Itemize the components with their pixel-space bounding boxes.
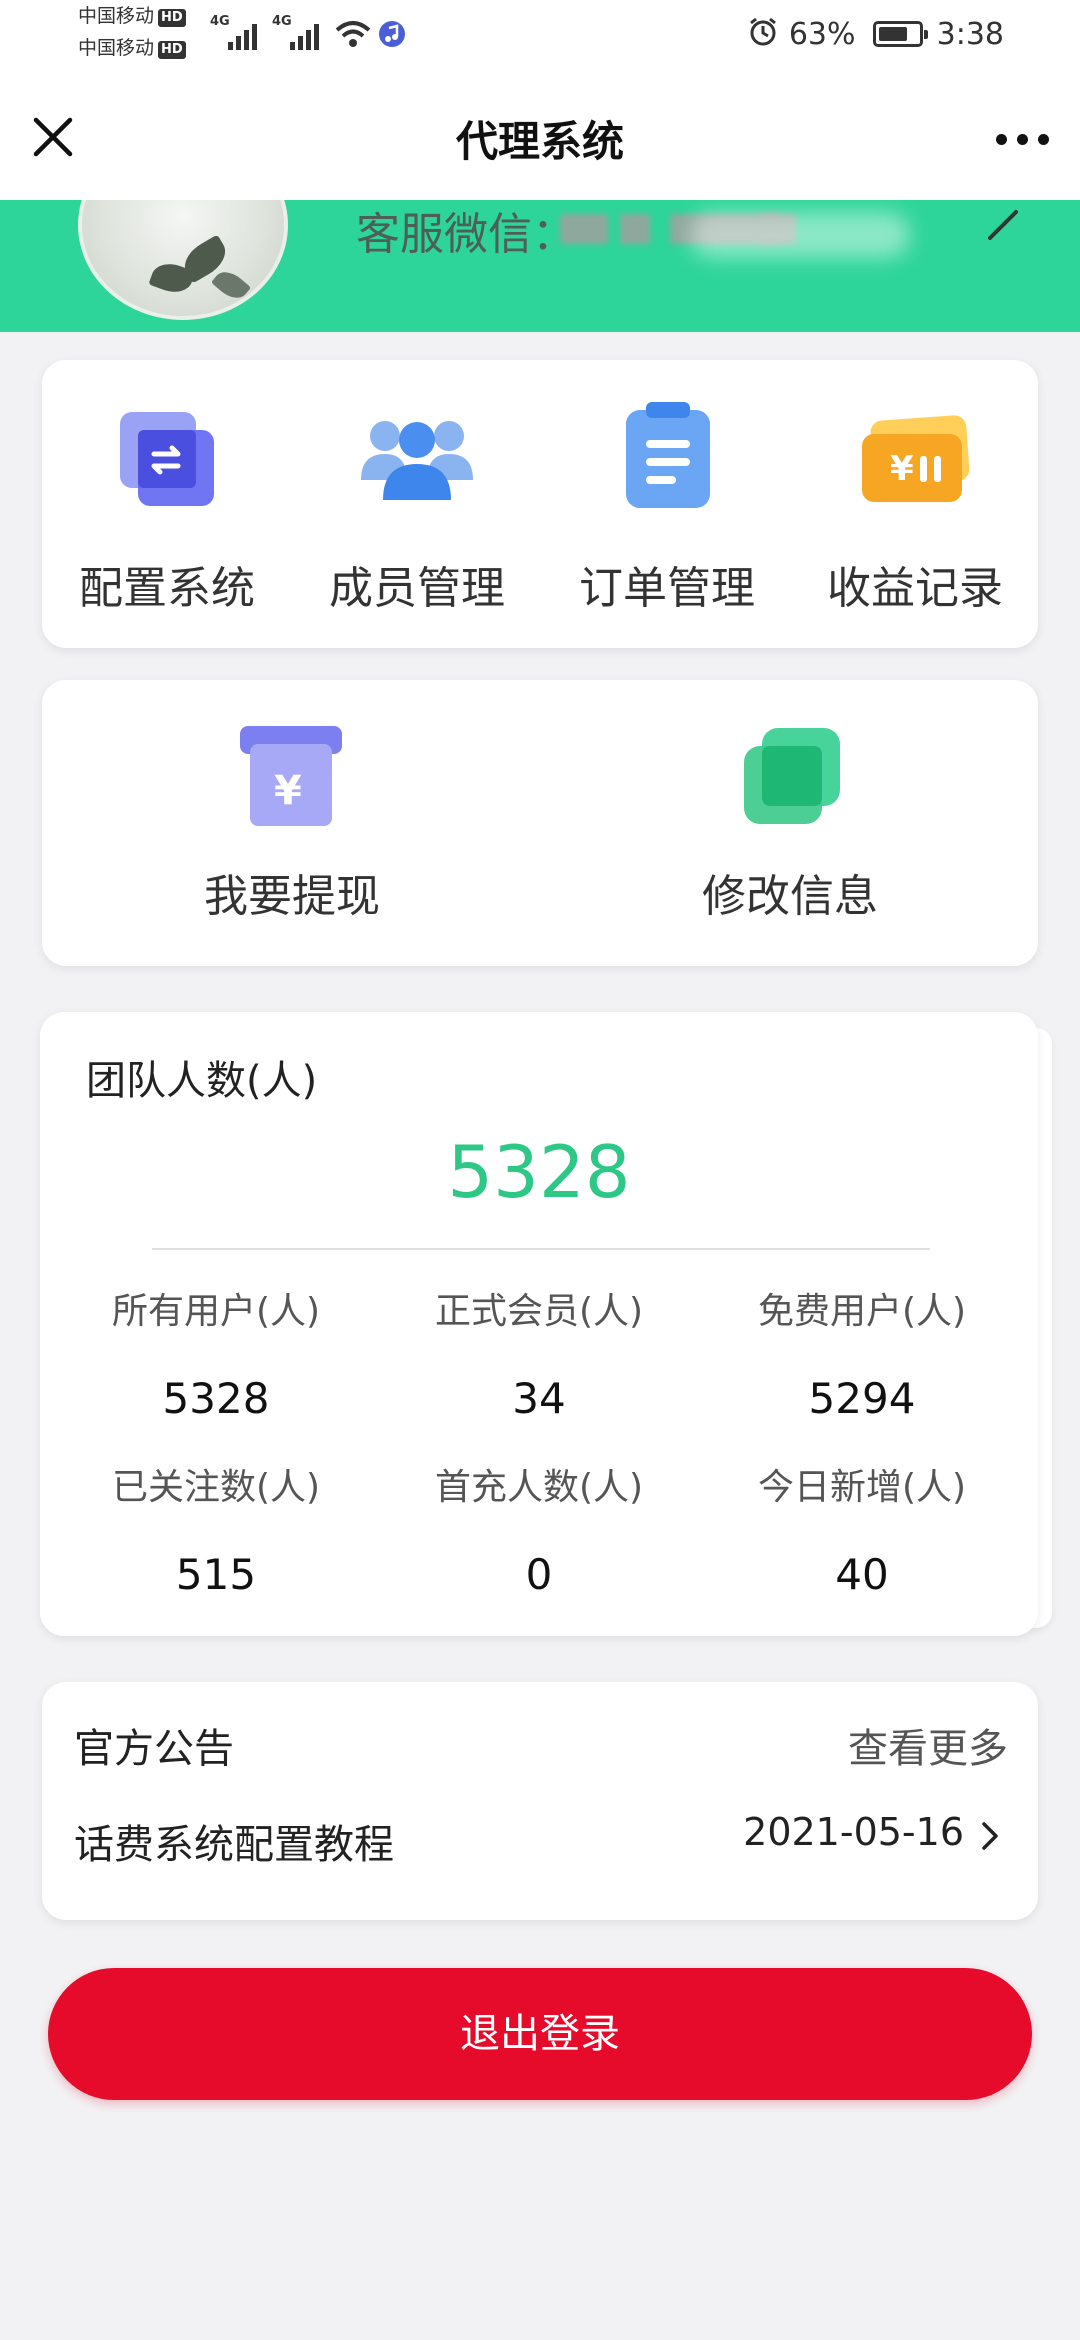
glare	[690, 212, 910, 258]
wifi-icon	[335, 21, 371, 47]
chevron-right-icon[interactable]	[978, 1818, 1002, 1854]
page-title: 代理系统	[455, 117, 624, 166]
menu-orders[interactable]: 订单管理	[542, 360, 792, 648]
notice-card: 官方公告 查看更多 话费系统配置教程 2021-05-16	[42, 1682, 1038, 1920]
music-app-icon	[379, 21, 405, 47]
stat-label: 已关注数(人)	[111, 1467, 321, 1508]
signal-icon	[228, 20, 264, 50]
stat-free-users: 免费用户(人) 5294	[702, 1282, 1022, 1423]
carrier-name: 中国移动	[78, 37, 155, 59]
menu-withdraw[interactable]: ¥ 我要提现	[42, 680, 542, 966]
more-options-icon[interactable]	[996, 134, 1050, 146]
logout-button[interactable]: 退出登录	[48, 1968, 1032, 2100]
team-count-label: 团队人数(人)	[86, 1058, 318, 1104]
config-icon	[120, 412, 214, 506]
stat-new-today: 今日新增(人) 40	[702, 1458, 1022, 1599]
stat-label: 正式会员(人)	[434, 1291, 644, 1332]
menu-members[interactable]: 成员管理	[292, 360, 542, 648]
avatar[interactable]	[78, 200, 288, 320]
stat-label: 首充人数(人)	[434, 1467, 644, 1508]
notice-title: 官方公告	[74, 1726, 234, 1772]
stat-label: 免费用户(人)	[757, 1291, 967, 1332]
divider	[152, 1248, 930, 1250]
carrier-2: 中国移动 HD	[78, 36, 186, 60]
svg-text:¥: ¥	[274, 768, 302, 814]
battery-icon	[873, 21, 929, 47]
alarm-icon	[750, 17, 777, 46]
menu-config[interactable]: 配置系统	[42, 360, 292, 648]
withdraw-icon: ¥	[240, 726, 342, 826]
stat-first-recharge: 首充人数(人) 0	[379, 1458, 699, 1599]
stat-value: 5294	[808, 1374, 916, 1423]
team-count-total: 5328	[447, 1130, 631, 1214]
profile-header: 客服微信：	[0, 200, 1080, 332]
stat-followed: 已关注数(人) 515	[56, 1458, 376, 1599]
stat-label: 今日新增(人)	[757, 1467, 967, 1508]
secondary-menu-card: ¥ 我要提现 修改信息	[42, 680, 1038, 966]
carrier-name: 中国移动	[78, 5, 155, 27]
menu-earnings[interactable]: ¥ 收益记录	[792, 360, 1038, 648]
stat-value: 40	[835, 1550, 889, 1599]
customer-service-label: 客服微信：	[356, 209, 576, 260]
svg-text:¥: ¥	[890, 449, 914, 489]
nav-bar: 代理系统	[0, 72, 1080, 200]
menu-edit-info[interactable]: 修改信息	[542, 680, 1038, 966]
stat-value: 515	[175, 1550, 257, 1599]
team-stats-card: 团队人数(人) 5328 所有用户(人) 5328 正式会员(人) 34 免费用…	[40, 1012, 1038, 1636]
menu-label: 收益记录	[827, 563, 1003, 614]
menu-label: 配置系统	[79, 563, 255, 614]
battery-percent: 63%	[788, 17, 856, 52]
redacted-text	[560, 214, 608, 244]
primary-menu-card: 配置系统 成员管理 订单管理 ¥ 收益记录	[42, 360, 1038, 648]
stat-all-users: 所有用户(人) 5328	[56, 1282, 376, 1423]
carrier-1: 中国移动 HD	[78, 4, 186, 28]
network-type: 4G	[272, 14, 292, 29]
menu-label: 修改信息	[702, 871, 878, 922]
stat-members: 正式会员(人) 34	[379, 1282, 699, 1423]
stat-value: 5328	[162, 1374, 270, 1423]
hd-badge: HD	[158, 41, 186, 59]
notice-item-date: 2021-05-16	[743, 1810, 964, 1854]
members-icon	[361, 421, 473, 500]
view-more-link[interactable]: 查看更多	[848, 1716, 1008, 1774]
edit-icon[interactable]	[982, 204, 1022, 244]
signal-icon	[290, 20, 326, 50]
hd-badge: HD	[158, 9, 186, 27]
menu-label: 订单管理	[579, 563, 755, 614]
stat-label: 所有用户(人)	[111, 1291, 321, 1332]
network-type: 4G	[210, 14, 230, 29]
redacted-text	[620, 214, 650, 244]
clock: 3:38	[936, 17, 1004, 52]
stat-value: 0	[525, 1550, 553, 1599]
earnings-icon: ¥	[862, 415, 970, 502]
menu-label: 我要提现	[204, 871, 380, 922]
edit-info-icon	[744, 728, 840, 824]
notice-item-title[interactable]: 话费系统配置教程	[74, 1812, 394, 1870]
status-right: 63% 3:38	[747, 14, 1004, 56]
stat-value: 34	[512, 1374, 566, 1423]
status-bar: 中国移动 HD 中国移动 HD 4G 4G 63% 3:38	[0, 0, 1080, 72]
menu-label: 成员管理	[329, 563, 505, 614]
orders-icon	[626, 402, 710, 508]
